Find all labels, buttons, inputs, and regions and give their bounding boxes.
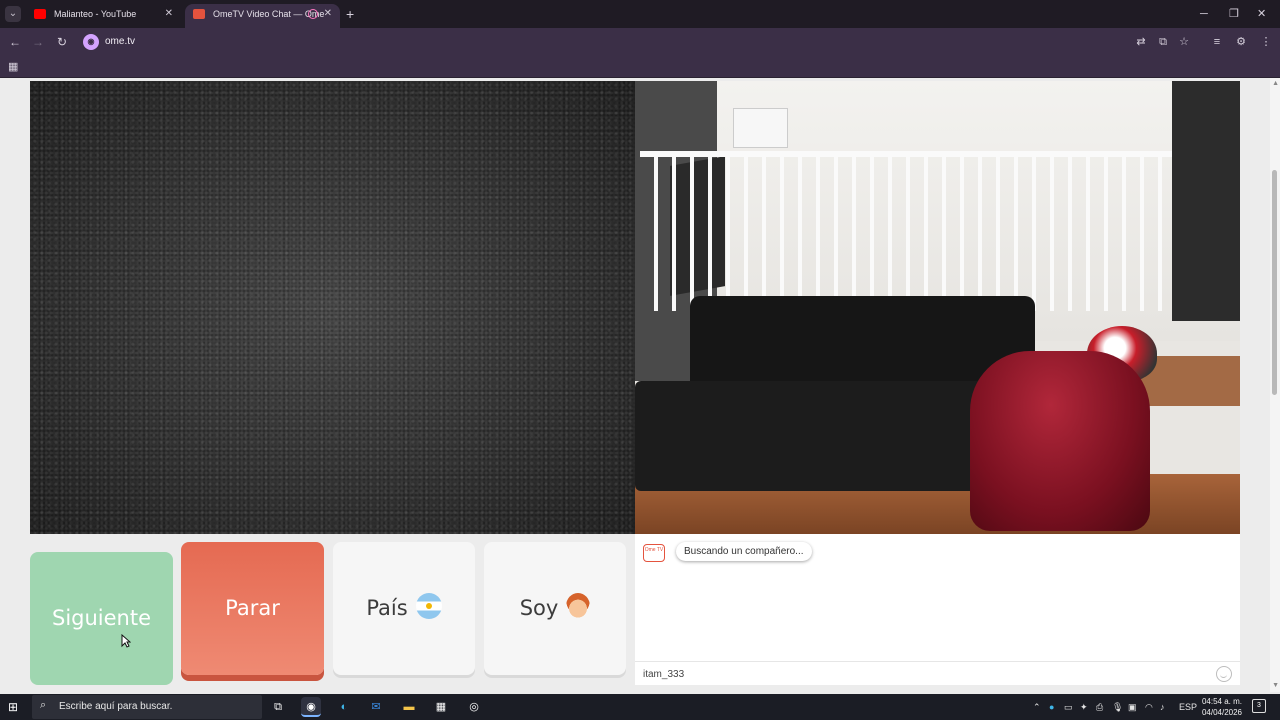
apps-grid-icon[interactable]: ▦ bbox=[8, 60, 18, 73]
tab-youtube[interactable]: Malianteo - YouTube ✕ bbox=[26, 4, 181, 28]
battery-icon[interactable]: ▭ bbox=[1064, 700, 1073, 714]
gender-label: Soy bbox=[519, 596, 559, 620]
maximize-icon[interactable]: ❐ bbox=[1229, 4, 1239, 24]
extensions-icon[interactable]: ⚙ bbox=[1234, 34, 1248, 50]
tray-monitor-icon[interactable]: ▣ bbox=[1128, 700, 1137, 714]
taskbar-clock[interactable]: 04:54 a. m. 04/04/2026 bbox=[1198, 696, 1246, 718]
boy-avatar-icon bbox=[566, 593, 591, 619]
ometv-icon bbox=[193, 9, 205, 19]
install-app-icon[interactable]: ⧉ bbox=[1156, 34, 1170, 50]
camera-pole bbox=[1172, 81, 1240, 321]
minimize-icon[interactable]: ─ bbox=[1200, 4, 1208, 24]
close-tab-icon[interactable]: ✕ bbox=[324, 4, 332, 24]
language-indicator[interactable]: ESP bbox=[1179, 700, 1197, 714]
camera-railing bbox=[640, 151, 1240, 311]
chat-input-bar bbox=[635, 661, 1240, 685]
camera-sign bbox=[733, 108, 788, 148]
scrollbar-thumb[interactable] bbox=[1272, 170, 1277, 395]
clock-date: 04/04/2026 bbox=[1201, 708, 1243, 717]
task-view-icon[interactable]: ⧉ bbox=[268, 697, 288, 717]
windows-taskbar: ⊞ ⌕ Escribe aquí para buscar. ⧉ ◉ ◐ ✉ ▬ … bbox=[0, 694, 1280, 720]
new-tab-button[interactable]: + bbox=[346, 4, 354, 24]
more-menu-icon[interactable]: ⋮ bbox=[1259, 34, 1273, 50]
search-icon: ⌕ bbox=[40, 699, 47, 711]
bookmarks-bar: ▦ bbox=[0, 56, 1280, 78]
status-message: Buscando un compañero... bbox=[676, 542, 812, 561]
chat-panel: Ome TV Buscando un compañero... bbox=[635, 534, 1240, 685]
tab-search-icon[interactable]: ⌄ bbox=[5, 6, 21, 22]
address-bar[interactable]: ome.tv bbox=[105, 34, 135, 50]
file-explorer-icon[interactable]: ▬ bbox=[399, 697, 419, 717]
recording-icon bbox=[308, 9, 318, 19]
camera-armchair bbox=[970, 351, 1150, 531]
forward-icon[interactable]: → bbox=[29, 33, 47, 51]
taskbar-search[interactable]: ⌕ Escribe aquí para buscar. bbox=[32, 695, 262, 719]
bookmark-star-icon[interactable]: ☆ bbox=[1177, 34, 1191, 50]
chrome-icon[interactable]: ◉ bbox=[301, 697, 321, 717]
back-icon[interactable]: ← bbox=[6, 33, 24, 51]
tray-app-icon[interactable]: ● bbox=[1049, 700, 1054, 714]
notification-center-icon[interactable]: 3 bbox=[1252, 699, 1266, 713]
reading-list-icon[interactable]: ≡ bbox=[1210, 34, 1224, 50]
next-label: Siguiente bbox=[51, 606, 152, 630]
chat-input[interactable] bbox=[643, 666, 1203, 682]
search-placeholder: Escribe aquí para buscar. bbox=[59, 701, 173, 712]
country-button[interactable]: País bbox=[333, 542, 475, 675]
self-camera-video bbox=[635, 81, 1240, 534]
wifi-icon[interactable]: ◠ bbox=[1145, 700, 1153, 714]
clock-time: 04:54 a. m. bbox=[1201, 697, 1243, 706]
outlook-icon[interactable]: ✉ bbox=[366, 697, 386, 717]
stop-label: Parar bbox=[225, 596, 280, 620]
obs-icon[interactable]: ◎ bbox=[464, 697, 484, 717]
microphone-icon[interactable]: 🎙 bbox=[1112, 700, 1123, 714]
store-icon[interactable]: ▦ bbox=[431, 697, 451, 717]
argentina-flag-icon bbox=[415, 593, 442, 619]
youtube-icon bbox=[34, 9, 46, 19]
browser-toolbar: ← → ↻ ◉ ome.tv ⇄ ⧉ ☆ ≡ ⚙ ⋮ bbox=[0, 28, 1280, 56]
scroll-up-arrow-icon[interactable]: ▲ bbox=[1272, 80, 1279, 87]
country-label: País bbox=[366, 596, 408, 620]
site-info-icon[interactable]: ◉ bbox=[83, 34, 99, 50]
mouse-cursor-icon bbox=[121, 633, 132, 648]
tray-device-icon[interactable]: ⎙ bbox=[1096, 700, 1103, 714]
tray-chevron-icon[interactable]: ⌃ bbox=[1033, 700, 1041, 714]
emoji-icon[interactable] bbox=[1216, 666, 1232, 682]
tray-network-icon[interactable]: ✦ bbox=[1080, 700, 1088, 714]
close-window-icon[interactable]: ✕ bbox=[1257, 4, 1266, 24]
stranger-video bbox=[30, 81, 635, 534]
volume-icon[interactable]: ♪ bbox=[1160, 700, 1165, 714]
stop-button[interactable]: Parar bbox=[181, 542, 324, 675]
scroll-down-arrow-icon[interactable]: ▼ bbox=[1272, 682, 1279, 689]
edge-icon[interactable]: ◐ bbox=[334, 697, 354, 717]
ometv-logo: Ome TV bbox=[643, 544, 665, 562]
windows-start-icon[interactable]: ⊞ bbox=[8, 700, 22, 714]
translate-icon[interactable]: ⇄ bbox=[1134, 34, 1148, 50]
tab-ometv[interactable]: OmeTV Video Chat — Ome ✕ bbox=[185, 4, 340, 28]
next-button[interactable]: Siguiente bbox=[30, 552, 173, 685]
close-tab-icon[interactable]: ✕ bbox=[165, 4, 173, 24]
tab-title: Malianteo - YouTube bbox=[54, 9, 137, 19]
gender-button[interactable]: Soy bbox=[484, 542, 626, 675]
reload-icon[interactable]: ↻ bbox=[53, 33, 71, 51]
tab-strip: ⌄ Malianteo - YouTube ✕ OmeTV Video Chat… bbox=[0, 0, 1280, 28]
page-scrollbar[interactable] bbox=[1270, 78, 1280, 692]
